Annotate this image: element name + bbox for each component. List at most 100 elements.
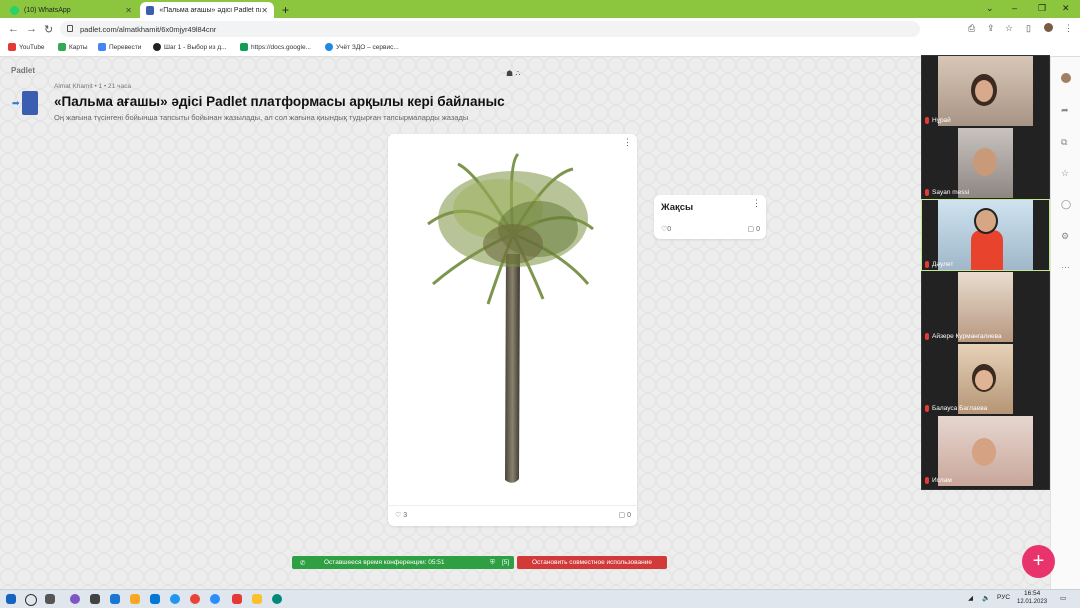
bookmark-docs[interactable]: https://docs.google... <box>240 43 311 51</box>
restore-icon[interactable]: ❐ <box>1038 3 1046 14</box>
menu-icon[interactable]: ⋮ <box>1064 23 1073 34</box>
collaborators-icon[interactable]: ☗ ∴ <box>506 69 520 78</box>
back-icon[interactable]: ← <box>8 23 19 35</box>
more-horizontal-icon[interactable]: ⋯ <box>1061 262 1070 273</box>
padlet-board: Padlet ☗ ∴ ➡ Almat Khamit • 1 • 21 часа … <box>0 57 1052 589</box>
sidepanel-icon[interactable]: ▯ <box>1026 23 1031 34</box>
like-count: 3 <box>403 512 408 519</box>
mic-muted-icon <box>925 117 929 124</box>
participant-video <box>938 416 1033 486</box>
board-author: Almat Khamit • 1 • 21 часа <box>54 83 131 90</box>
clock-time[interactable]: 16:54 <box>1024 590 1040 597</box>
post-title: Жақсы <box>661 202 694 213</box>
bookmark-maps[interactable]: Карты <box>58 43 88 51</box>
close-icon[interactable]: ✕ <box>125 6 132 15</box>
url-text: padlet.com/almatkhamit/6x0mjyr49l84cnr <box>80 24 217 34</box>
participant-tile[interactable]: Sayan messi <box>922 128 1049 198</box>
participant-name: Sayan messi <box>925 189 969 196</box>
board-avatar <box>22 91 38 115</box>
app-icon[interactable] <box>70 594 80 604</box>
maps-icon <box>58 43 66 51</box>
star-icon[interactable]: ☆ <box>1061 168 1069 179</box>
edge-icon[interactable] <box>272 594 282 604</box>
remake-icon[interactable]: ⧉ <box>1061 137 1067 148</box>
bookmark-youtube[interactable]: YouTube <box>8 43 45 51</box>
clock-date[interactable]: 12.01.2023 <box>1017 599 1047 605</box>
tab-label: «Пальма ағашы» әдісі Padlet пл <box>159 6 262 14</box>
windows-start-icon[interactable] <box>6 594 16 604</box>
board-title: «Пальма ағашы» әдісі Padlet платформасы … <box>54 94 505 109</box>
participant-name: Нұрай <box>925 117 951 124</box>
shield-icon: ⛨ <box>490 558 495 566</box>
chrome-icon[interactable] <box>190 594 200 604</box>
like-button[interactable]: ♡0 <box>661 225 671 233</box>
stop-share-label: Остановить совместное использование <box>532 559 652 566</box>
padlet-logo[interactable]: Padlet <box>11 66 35 75</box>
star-icon[interactable]: ☆ <box>1005 23 1013 34</box>
plus-icon: + <box>1032 550 1045 572</box>
mic-muted-icon <box>925 261 929 268</box>
bookmark-github[interactable]: Шаг 1 - Выбор из д... <box>153 43 227 51</box>
file-explorer-icon[interactable] <box>130 594 140 604</box>
user-avatar-icon[interactable] <box>1061 73 1071 83</box>
telegram-icon[interactable] <box>170 594 180 604</box>
chevron-down-icon[interactable]: ⌄ <box>986 3 994 14</box>
minimize-icon[interactable]: – <box>1012 3 1017 13</box>
cast-icon[interactable]: ⎙ <box>968 23 975 34</box>
like-count: 0 <box>667 226 672 233</box>
remaining-time: Оставшееся время конференции: 05:51 <box>324 559 445 566</box>
participant-tile[interactable]: Ислам <box>922 416 1049 486</box>
task-view-icon[interactable] <box>45 594 55 604</box>
close-icon[interactable]: ✕ <box>261 6 268 15</box>
participant-tile[interactable]: Нұрай <box>922 56 1049 126</box>
post-card-zhaksy[interactable]: Жақсы ⋮ ♡0 ▢ 0 <box>654 195 766 239</box>
translate-icon <box>98 43 106 51</box>
zoom-icon[interactable] <box>210 594 220 604</box>
share-icon[interactable]: ➦ <box>1061 105 1069 116</box>
bookmark-label: https://docs.google... <box>251 43 311 51</box>
comment-count: 0 <box>756 226 760 233</box>
add-post-button[interactable]: + <box>1022 545 1055 578</box>
address-bar[interactable]: padlet.com/almatkhamit/6x0mjyr49l84cnr <box>60 21 920 37</box>
new-tab-icon[interactable]: + <box>282 3 289 17</box>
app-icon[interactable] <box>150 594 160 604</box>
close-window-icon[interactable]: ✕ <box>1062 3 1070 14</box>
language-indicator[interactable]: РУС <box>997 594 1010 601</box>
participant-tile[interactable]: Дәулет <box>921 199 1050 271</box>
comment-button[interactable]: ▢ 0 <box>619 511 631 519</box>
reload-icon[interactable]: ↻ <box>44 23 53 36</box>
github-icon <box>153 43 161 51</box>
toolbar: ← → ↻ padlet.com/almatkhamit/6x0mjyr49l8… <box>0 18 1080 40</box>
participant-name: Ислам <box>925 477 952 484</box>
app-icon[interactable] <box>110 594 120 604</box>
palm-tree-image <box>427 152 594 483</box>
taskbar: ◢ 🔈 РУС 16:54 12.01.2023 ▭ <box>0 589 1080 608</box>
notifications-icon[interactable]: ▭ <box>1060 594 1066 602</box>
whatsapp-icon <box>10 5 19 15</box>
comment-icon[interactable]: ◯ <box>1061 199 1071 210</box>
more-icon[interactable]: ⋮ <box>623 137 632 148</box>
settings-icon[interactable]: ⚙ <box>1061 231 1069 242</box>
search-icon[interactable] <box>25 594 37 606</box>
post-card-palm[interactable]: ⋮ ♡ 3 ▢ 0 <box>388 134 637 526</box>
like-button[interactable]: ♡ 3 <box>395 511 407 519</box>
bookmark-zdo[interactable]: Учёт ЗДО – сервис... <box>325 43 399 51</box>
browser-chrome: (10) WhatsApp ✕ «Пальма ағашы» әдісі Pad… <box>0 0 1080 57</box>
participant-tile[interactable]: Айзере Курмангалиева <box>922 272 1049 342</box>
bookmark-translate[interactable]: Перевести <box>98 43 141 51</box>
tab-padlet[interactable]: «Пальма ағашы» әдісі Padlet пл ✕ <box>140 2 274 18</box>
comment-button[interactable]: ▢ 0 <box>748 225 760 233</box>
app-icon[interactable] <box>252 594 262 604</box>
network-icon[interactable]: ◢ <box>968 594 973 602</box>
tab-whatsapp[interactable]: (10) WhatsApp ✕ <box>4 2 138 18</box>
comment-count: 0 <box>627 512 631 519</box>
yandex-icon[interactable] <box>232 594 242 604</box>
share-icon[interactable]: ⇪ <box>987 23 995 34</box>
forward-icon[interactable]: → <box>26 23 37 35</box>
more-icon[interactable]: ⋮ <box>752 198 761 209</box>
app-icon[interactable] <box>90 594 100 604</box>
stop-share-button[interactable]: Остановить совместное использование <box>517 556 667 569</box>
participant-tile[interactable]: Балауса Баглаева <box>922 344 1049 414</box>
volume-icon[interactable]: 🔈 <box>982 594 990 602</box>
profile-avatar-icon[interactable] <box>1044 23 1053 32</box>
